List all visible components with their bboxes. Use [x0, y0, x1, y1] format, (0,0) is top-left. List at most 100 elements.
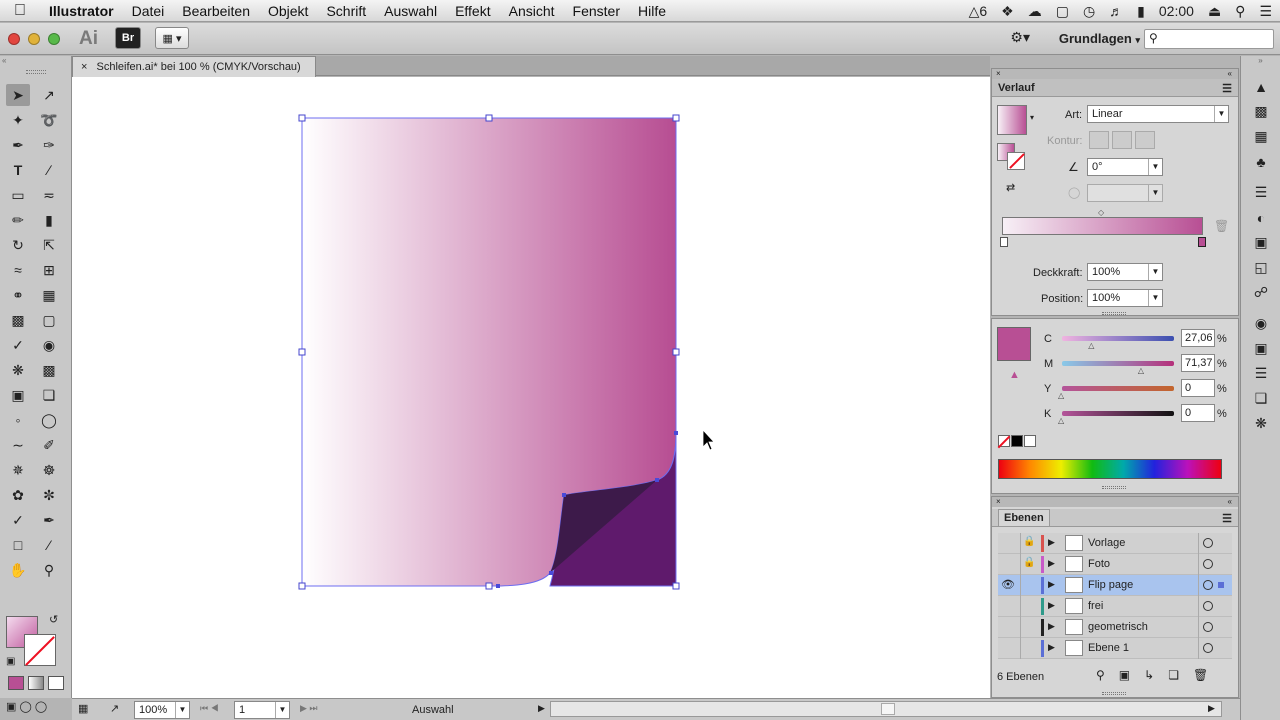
notification-list-icon[interactable]: ☰: [1259, 3, 1272, 20]
white-color-button[interactable]: [1024, 435, 1036, 447]
panel-collapse-icon[interactable]: «: [1228, 69, 1238, 78]
blob-brush-tool-icon[interactable]: ✐: [37, 434, 61, 456]
knife-tool-icon[interactable]: ⁄: [37, 534, 61, 556]
artboard-select[interactable]: 1 ▼: [234, 701, 290, 719]
new-layer-icon[interactable]: ❏: [1168, 668, 1179, 682]
slice-tool-icon[interactable]: ❏: [37, 384, 61, 406]
line-tool-icon[interactable]: ∕: [37, 159, 61, 181]
target-circle-icon[interactable]: [1203, 580, 1213, 590]
channel-slider[interactable]: [1062, 336, 1174, 341]
shape-builder-tool-icon[interactable]: ⚭: [6, 284, 30, 306]
layer-row[interactable]: 👁 ▶ Flip page: [998, 575, 1232, 596]
spotlight-icon[interactable]: ⚲: [1235, 3, 1245, 20]
symbols-panel-icon[interactable]: ♣: [1241, 149, 1280, 174]
gradient-preview-swatch[interactable]: [997, 105, 1027, 135]
search-input[interactable]: [1163, 31, 1268, 47]
layer-row[interactable]: ▶ frei: [998, 596, 1232, 617]
export-icon[interactable]: ↗: [110, 702, 119, 715]
target-circle-icon[interactable]: [1203, 622, 1213, 632]
expand-triangle-icon[interactable]: ▶: [1048, 621, 1055, 632]
ellipse-tool-icon[interactable]: ◯: [37, 409, 61, 431]
menu-hilfe[interactable]: Hilfe: [629, 3, 675, 19]
width-tool-icon[interactable]: ◦: [6, 409, 30, 431]
swatches-panel-icon[interactable]: ▦: [1241, 124, 1280, 149]
clock[interactable]: 02:00: [1159, 3, 1194, 19]
warp-tool-icon[interactable]: ≈: [6, 259, 30, 281]
tab-ebenen[interactable]: Ebenen: [998, 509, 1050, 527]
gradient-panel-header[interactable]: Verlauf ☰: [992, 79, 1238, 97]
twirl-tool-icon[interactable]: ✼: [37, 484, 61, 506]
expand-triangle-icon[interactable]: ▶: [1048, 642, 1055, 653]
live-paint-selection-icon[interactable]: ☸: [37, 459, 61, 481]
default-fill-stroke-icon[interactable]: ▣: [6, 656, 15, 667]
expand-triangle-icon[interactable]: ▶: [1048, 579, 1055, 590]
adobe-update-icon[interactable]: △6: [969, 3, 988, 20]
curvature-pen-tool-icon[interactable]: ✑: [37, 134, 61, 156]
last-artboard-button[interactable]: ▶ ⏭: [300, 703, 318, 714]
perspective-grid-tool-icon[interactable]: ▦: [37, 284, 61, 306]
delete-layer-icon[interactable]: 🗑: [1193, 668, 1208, 682]
appearance-panel-icon[interactable]: ◐: [1241, 205, 1280, 230]
volume-icon[interactable]: ♬: [1109, 3, 1123, 19]
bridge-button[interactable]: Br: [115, 27, 141, 49]
creative-cloud-icon[interactable]: ☁: [1028, 3, 1042, 20]
panel-menu-icon[interactable]: ☰: [1222, 82, 1232, 95]
clipping-mask-icon[interactable]: ▣: [1119, 668, 1130, 682]
rectangle-tool-icon[interactable]: ▭: [6, 184, 30, 206]
horizontal-scrollbar[interactable]: [550, 701, 1222, 717]
locate-object-icon[interactable]: ⚲: [1096, 668, 1105, 682]
symbol-sprayer-tool-icon[interactable]: ❋: [6, 359, 30, 381]
aspect-ratio-field[interactable]: ▼: [1087, 184, 1163, 202]
expand-triangle-icon[interactable]: ▶: [1048, 537, 1055, 548]
gradient-panel-icon[interactable]: ▩: [1241, 99, 1280, 124]
zoom-select[interactable]: 100% ▼: [134, 701, 190, 719]
panel-collapse-icon[interactable]: «: [1228, 497, 1238, 506]
lock-icon[interactable]: 🔒: [1023, 536, 1035, 547]
type-tool-icon[interactable]: T: [6, 159, 30, 181]
target-circle-icon[interactable]: [1203, 601, 1213, 611]
slider-thumb[interactable]: △: [1138, 366, 1144, 375]
channel-value-field[interactable]: 27,06: [1181, 329, 1215, 347]
measure-tool-icon[interactable]: ✒: [37, 509, 61, 531]
search-field[interactable]: ⚲: [1144, 29, 1274, 49]
apple-menu-icon[interactable]: : [0, 2, 40, 20]
stroke-panel-icon[interactable]: ☰: [1241, 180, 1280, 205]
live-paint-tool-icon[interactable]: ✵: [6, 459, 30, 481]
target-circle-icon[interactable]: [1203, 538, 1213, 548]
layer-row[interactable]: ▶ Ebene 1: [998, 638, 1232, 659]
artboard-tool-icon[interactable]: ▣: [6, 384, 30, 406]
gradient-stroke-swatch[interactable]: [1007, 152, 1025, 170]
color-guide-panel-icon[interactable]: ◉: [1241, 311, 1280, 336]
character-panel-icon[interactable]: ❋: [1241, 411, 1280, 436]
artboard-canvas[interactable]: [72, 77, 990, 698]
gradient-stop-end[interactable]: [1198, 237, 1206, 247]
panel-close-icon[interactable]: × «: [992, 69, 1238, 79]
pathfinder-panel-icon[interactable]: ❏: [1241, 386, 1280, 411]
transform-panel-icon[interactable]: ▣: [1241, 336, 1280, 361]
workspace-switcher[interactable]: Grundlagen ▾: [1059, 31, 1140, 46]
stroke-gradient-along-button[interactable]: [1112, 131, 1132, 149]
sync-settings-icon[interactable]: ⚙▾: [1010, 29, 1030, 46]
midpoint-diamond-icon[interactable]: ◇: [1098, 208, 1104, 217]
slider-thumb[interactable]: △: [1058, 416, 1064, 425]
puppet-warp-tool-icon[interactable]: ✿: [6, 484, 30, 506]
minimize-window-button[interactable]: [28, 33, 40, 45]
stroke-gradient-across-button[interactable]: [1135, 131, 1155, 149]
target-circle-icon[interactable]: [1203, 643, 1213, 653]
channel-value-field[interactable]: 0: [1181, 404, 1215, 422]
status-menu-arrow[interactable]: ▶: [538, 703, 545, 714]
scale-tool-icon[interactable]: ⇱: [37, 234, 61, 256]
slider-thumb[interactable]: △: [1058, 391, 1064, 400]
menu-datei[interactable]: Datei: [123, 3, 174, 19]
time-machine-icon[interactable]: ◷: [1083, 3, 1095, 20]
panel-close-icon[interactable]: × «: [992, 497, 1238, 507]
slider-thumb[interactable]: △: [1088, 341, 1094, 350]
display-icon[interactable]: ▢: [1056, 3, 1069, 20]
menu-ansicht[interactable]: Ansicht: [500, 3, 564, 19]
layer-row[interactable]: ▶ geometrisch: [998, 617, 1232, 638]
menu-fenster[interactable]: Fenster: [564, 3, 629, 19]
zoom-tool-icon[interactable]: ⚲: [37, 559, 61, 581]
tab-verlauf[interactable]: Verlauf: [998, 82, 1035, 94]
new-sublayer-icon[interactable]: ↳: [1144, 668, 1154, 682]
blend-tool-icon[interactable]: ◉: [37, 334, 61, 356]
